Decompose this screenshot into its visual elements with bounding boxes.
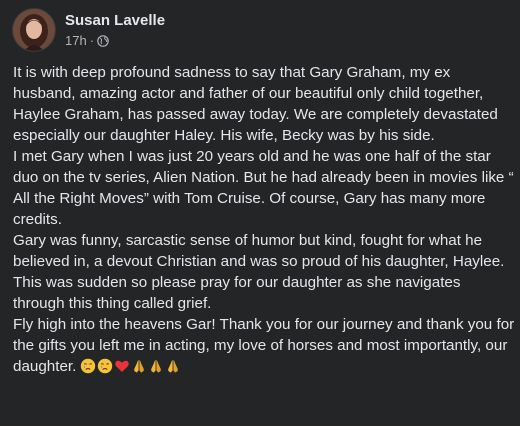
- post-subline: 17h ·: [65, 33, 165, 49]
- avatar[interactable]: [12, 8, 56, 52]
- profile-photo-icon: [13, 9, 55, 51]
- post-paragraph: This was sudden so please pray for our d…: [13, 274, 461, 312]
- globe-icon[interactable]: [97, 35, 109, 47]
- emoji-row: [80, 358, 182, 374]
- red-heart-emoji: [114, 358, 130, 374]
- post-timestamp[interactable]: 17h: [65, 33, 87, 49]
- folded-hands-emoji: [165, 358, 181, 374]
- folded-hands-emoji: [148, 358, 164, 374]
- author-name[interactable]: Susan Lavelle: [65, 11, 165, 30]
- post-paragraph: I met Gary when I was just 20 years old …: [13, 148, 514, 228]
- separator-dot: ·: [89, 33, 95, 48]
- post-paragraph: Gary was funny, sarcastic sense of humor…: [13, 232, 505, 270]
- post-header: Susan Lavelle 17h ·: [12, 8, 165, 52]
- post-paragraph: It is with deep profound sadness to say …: [13, 64, 498, 144]
- post-text: It is with deep profound sadness to say …: [13, 62, 515, 377]
- post-paragraph-last: Fly high into the heavens Gar! Thank you…: [13, 314, 515, 377]
- folded-hands-emoji: [131, 358, 147, 374]
- crying-face-emoji: [97, 358, 113, 374]
- crying-face-emoji: [80, 358, 96, 374]
- post-meta: Susan Lavelle 17h ·: [65, 8, 165, 49]
